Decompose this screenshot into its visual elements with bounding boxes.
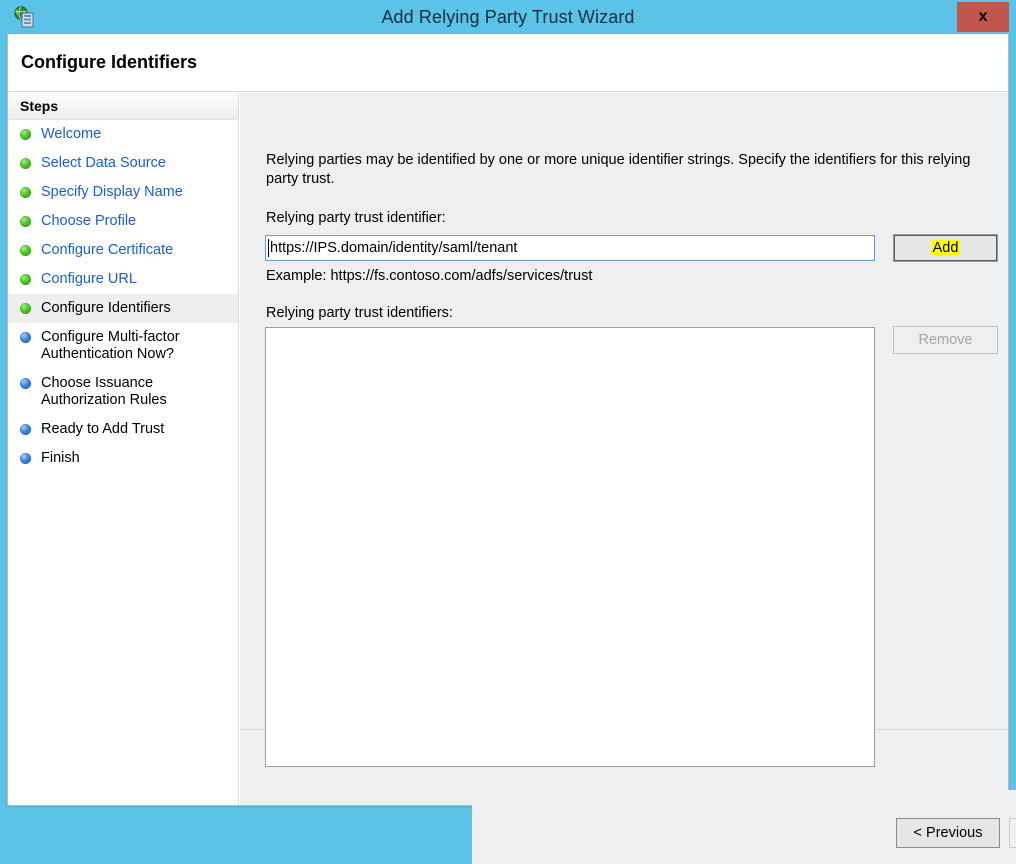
sidebar-step-configure-multi-factor-authentication-now[interactable]: Configure Multi-factor Authentication No… (8, 323, 238, 369)
add-button[interactable]: Add (893, 234, 998, 262)
identifiers-listbox[interactable] (265, 327, 875, 767)
previous-button[interactable]: < Previous (896, 818, 1000, 848)
sidebar-step-choose-issuance-authorization-rules[interactable]: Choose Issuance Authorization Rules (8, 369, 238, 415)
text-caret (268, 239, 269, 257)
sidebar-step-label: Specify Display Name (41, 184, 183, 200)
sidebar-step-finish[interactable]: Finish (8, 444, 238, 473)
sidebar-step-select-data-source[interactable]: Select Data Source (8, 149, 238, 178)
sidebar-step-label: Welcome (41, 126, 102, 142)
step-complete-icon (20, 303, 31, 314)
step-complete-icon (20, 245, 31, 256)
sidebar-step-label: Finish (41, 450, 80, 466)
button-bar: < Previous Next > Cancel (472, 790, 1016, 864)
sidebar-step-label: Configure Multi-factor Authentication No… (41, 329, 180, 362)
sidebar-step-label: Select Data Source (41, 155, 166, 171)
step-pending-icon (20, 378, 31, 389)
example-text: Example: https://fs.contoso.com/adfs/ser… (266, 268, 593, 284)
intro-text: Relying parties may be identified by one… (266, 152, 971, 187)
sidebar-step-label: Configure URL (41, 271, 137, 287)
close-icon[interactable]: x (957, 2, 1009, 32)
content-inner: Relying parties may be identified by one… (240, 93, 1008, 767)
page-title: Configure Identifiers (21, 52, 198, 72)
sidebar-step-configure-url[interactable]: Configure URL (8, 265, 238, 294)
step-complete-icon (20, 187, 31, 198)
steps-header-label: Steps (20, 98, 59, 114)
next-button[interactable]: Next > (1009, 818, 1016, 848)
step-complete-icon (20, 129, 31, 140)
step-complete-icon (20, 158, 31, 169)
sidebar-step-specify-display-name[interactable]: Specify Display Name (8, 178, 238, 207)
sidebar-step-configure-certificate[interactable]: Configure Certificate (8, 236, 238, 265)
dialog-body: Configure Identifiers Steps Welcome Selec… (7, 34, 1016, 864)
sidebar-step-label: Ready to Add Trust (41, 421, 165, 437)
sidebar-step-ready-to-add-trust[interactable]: Ready to Add Trust (8, 415, 238, 444)
add-button-label: Add (930, 240, 961, 256)
step-complete-icon (20, 216, 31, 227)
identifier-label: Relying party trust identifier: (266, 210, 446, 226)
step-complete-icon (20, 274, 31, 285)
window-title: Add Relying Party Trust Wizard (381, 7, 635, 27)
steps-sidebar: Steps Welcome Select Data Source Specify D… (8, 93, 239, 805)
step-pending-icon (20, 453, 31, 464)
remove-button[interactable]: Remove (893, 326, 998, 354)
sidebar-step-label: Choose Issuance Authorization Rules (41, 375, 167, 408)
title-bar: Add Relying Party Trust Wizard x (0, 0, 1016, 34)
sidebar-step-label: Choose Profile (41, 213, 137, 229)
wizard-window: Add Relying Party Trust Wizard x Configu… (0, 0, 1016, 864)
sidebar-step-label: Configure Identifiers (41, 300, 171, 316)
steps-header: Steps (8, 93, 238, 120)
content-pane: Relying parties may be identified by one… (240, 93, 1016, 864)
sidebar-step-welcome[interactable]: Welcome (8, 120, 238, 149)
sidebar-step-label: Configure Certificate (41, 242, 174, 258)
sidebar-step-choose-profile[interactable]: Choose Profile (8, 207, 238, 236)
identifiers-list-label: Relying party trust identifiers: (266, 305, 453, 321)
steps-list: Welcome Select Data Source Specify Display… (8, 120, 238, 473)
step-pending-icon (20, 424, 31, 435)
step-pending-icon (20, 332, 31, 343)
page-header: Configure Identifiers (8, 34, 1008, 92)
relying-party-identifier-input[interactable] (265, 235, 875, 261)
sidebar-step-configure-identifiers[interactable]: Configure Identifiers (8, 294, 238, 323)
